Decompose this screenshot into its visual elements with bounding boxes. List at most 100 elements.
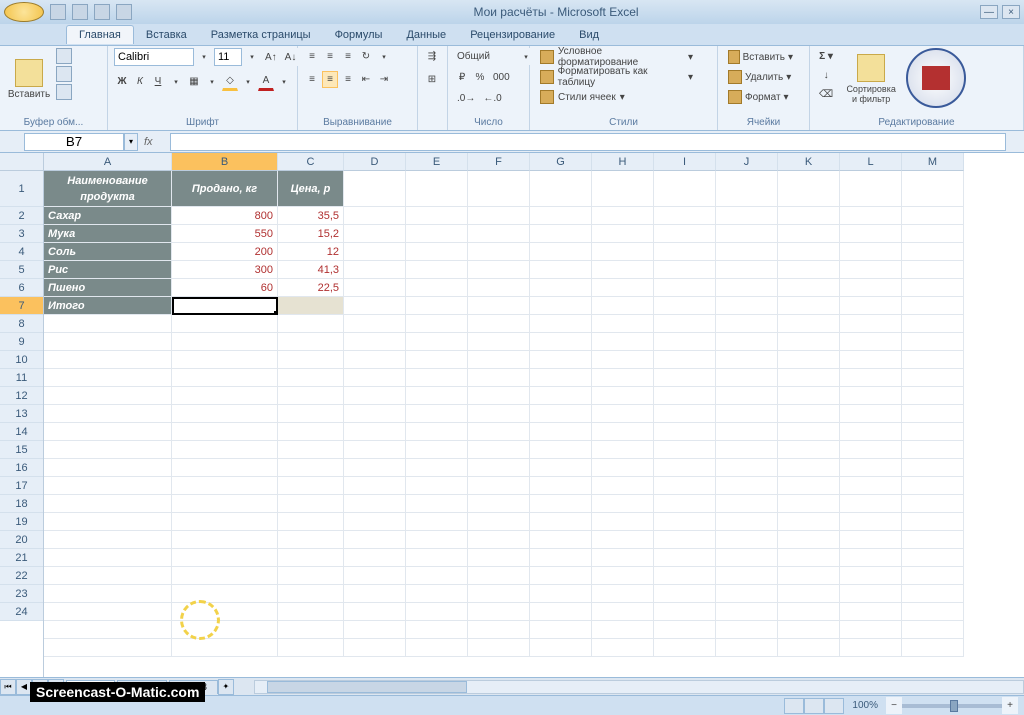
cell[interactable] [344,423,406,441]
number-format-select[interactable]: Общий [454,48,516,65]
align-bottom-icon[interactable]: ≡ [340,48,356,65]
row-header-22[interactable]: 22 [0,567,43,585]
underline-button[interactable]: Ч [150,72,166,91]
dec-decimal-icon[interactable]: ←.0 [480,90,504,107]
font-color-icon[interactable]: A [258,72,274,91]
cell[interactable] [172,441,278,459]
row-header-16[interactable]: 16 [0,459,43,477]
cell[interactable] [778,243,840,261]
font-dropdown-icon[interactable]: ▾ [196,48,212,66]
row-header-3[interactable]: 3 [0,225,43,243]
cell[interactable] [902,585,964,603]
normal-view-icon[interactable] [784,698,804,714]
cell[interactable] [778,225,840,243]
cell[interactable] [592,261,654,279]
cell[interactable] [530,567,592,585]
cell[interactable] [592,549,654,567]
cell[interactable] [654,405,716,423]
cell[interactable] [592,423,654,441]
cell[interactable] [44,387,172,405]
cell[interactable] [44,315,172,333]
cell[interactable] [592,441,654,459]
cell[interactable] [468,603,530,621]
comma-icon[interactable]: 000 [490,69,513,86]
grow-font-icon[interactable]: A↑ [262,48,280,66]
cell[interactable] [530,351,592,369]
cell[interactable] [902,207,964,225]
cell[interactable] [278,531,344,549]
select-all-button[interactable] [0,153,43,171]
cell[interactable] [44,477,172,495]
fx-icon[interactable]: fx [144,136,164,148]
cell[interactable] [44,333,172,351]
zoom-slider[interactable] [902,704,1002,708]
cell[interactable] [278,495,344,513]
cell[interactable] [468,441,530,459]
cell[interactable] [530,171,592,207]
cell[interactable] [406,549,468,567]
cell[interactable] [716,351,778,369]
cell[interactable] [530,423,592,441]
cell[interactable] [406,531,468,549]
cell[interactable] [654,387,716,405]
row-header-7[interactable]: 7 [0,297,43,315]
italic-button[interactable]: К [132,72,148,91]
price-value[interactable]: 41,3 [278,261,344,279]
cell[interactable] [172,567,278,585]
cell[interactable] [654,531,716,549]
cell[interactable] [44,585,172,603]
align-right-icon[interactable]: ≡ [340,71,356,88]
row-header-8[interactable]: 8 [0,315,43,333]
total-label[interactable]: Итого [44,297,172,315]
delete-button[interactable]: Удалить ▾ [724,68,796,86]
border-dropdown-icon[interactable]: ▾ [204,72,220,91]
cell[interactable] [530,621,592,639]
row-header-5[interactable]: 5 [0,261,43,279]
price-value[interactable]: 15,2 [278,225,344,243]
insert-button[interactable]: Вставить ▾ [724,48,796,66]
tab-view[interactable]: Вид [567,26,611,44]
cell[interactable] [902,495,964,513]
sheet-nav-first-icon[interactable]: ⏮ [0,679,16,695]
cell[interactable] [778,297,840,315]
formula-input[interactable] [170,133,1006,151]
cell[interactable] [716,333,778,351]
row-header-17[interactable]: 17 [0,477,43,495]
cell[interactable] [840,477,902,495]
cell[interactable] [716,621,778,639]
cell[interactable] [716,441,778,459]
cell[interactable] [278,477,344,495]
cell[interactable] [902,441,964,459]
cell[interactable] [654,513,716,531]
cell[interactable] [592,621,654,639]
cell[interactable] [716,459,778,477]
col-header-E[interactable]: E [406,153,468,171]
cell[interactable] [778,603,840,621]
cell[interactable] [344,243,406,261]
cell[interactable] [592,567,654,585]
cell[interactable] [344,261,406,279]
cell[interactable] [172,405,278,423]
cell[interactable] [468,243,530,261]
cell[interactable] [716,603,778,621]
cell[interactable] [344,459,406,477]
cell[interactable] [406,459,468,477]
col-header-J[interactable]: J [716,153,778,171]
scroll-thumb[interactable] [267,681,467,693]
cell[interactable] [530,477,592,495]
zoom-in-icon[interactable]: + [1002,697,1018,714]
align-center-icon[interactable]: ≡ [322,71,338,88]
cell[interactable] [716,585,778,603]
align-left-icon[interactable]: ≡ [304,71,320,88]
cell[interactable] [406,261,468,279]
cell[interactable] [278,549,344,567]
cell[interactable] [716,513,778,531]
cell[interactable] [278,315,344,333]
cell[interactable] [530,297,592,315]
cell[interactable] [840,225,902,243]
orientation-dropdown-icon[interactable]: ▾ [376,48,392,65]
cell[interactable] [172,423,278,441]
cell[interactable] [278,603,344,621]
cell[interactable] [902,315,964,333]
cell[interactable] [840,531,902,549]
